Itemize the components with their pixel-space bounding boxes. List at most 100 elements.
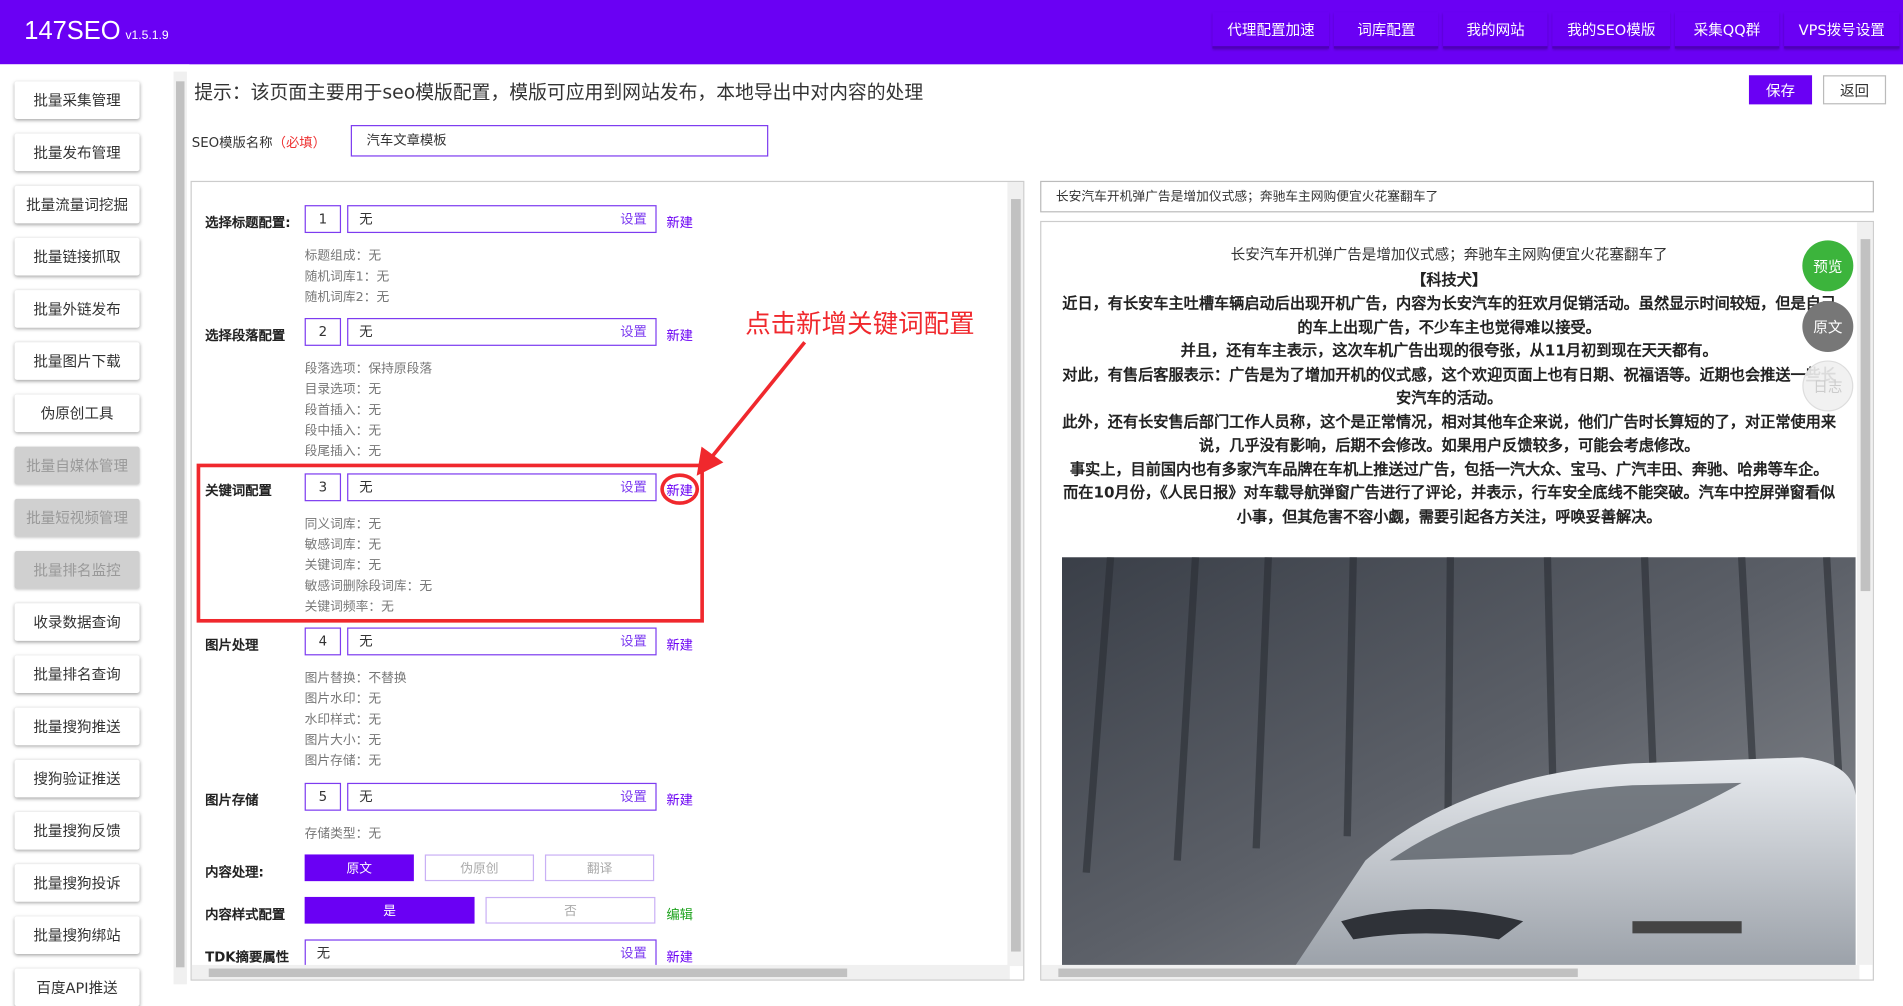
sidebar: 批量采集管理 批量发布管理 批量流量词挖掘 批量链接抓取 批量外链发布 批量图片… — [0, 64, 190, 1006]
sidebar-item-sogou-bind[interactable]: 批量搜狗绑站 — [14, 916, 140, 954]
title-config-set-link[interactable]: 设置 — [620, 206, 647, 231]
title-config-select[interactable]: 无 设置 — [347, 205, 657, 234]
template-name-input[interactable]: 汽车文章模板 — [350, 125, 769, 157]
template-name-label: SEO模版名称（必填） — [192, 132, 326, 151]
article-paragraph: 而在10月份，《人民日报》对车载导航弹窗广告进行了评论，并表示，行车安全底线不能… — [1063, 483, 1836, 525]
tdk-new-link[interactable]: 新建 — [666, 947, 693, 966]
paragraph-config-sub-toc: 目录选项：无 — [304, 382, 382, 397]
sidebar-scroll-thumb[interactable] — [175, 81, 185, 968]
image-process-number[interactable]: 4 — [304, 627, 342, 656]
sidebar-item-sogou-feedback[interactable]: 批量搜狗反馈 — [14, 811, 140, 850]
app-logo: 147SEO v1.5.1.9 — [24, 17, 168, 46]
image-process-sub-replace: 图片替换：不替换 — [304, 671, 407, 686]
config-hscroll-thumb[interactable] — [208, 968, 848, 978]
config-vertical-scrollbar[interactable] — [1007, 182, 1024, 967]
annotation-arrow-shaft — [704, 341, 807, 465]
sidebar-item-image-download[interactable]: 批量图片下载 — [14, 342, 140, 380]
save-button[interactable]: 保存 — [1748, 75, 1813, 105]
content-style-edit-link[interactable]: 编辑 — [666, 904, 693, 923]
image-process-label: 图片处理 — [205, 637, 259, 653]
content-process-original[interactable]: 原文 — [304, 854, 414, 882]
image-process-sub-watermark-style: 水印样式：无 — [304, 712, 382, 728]
sidebar-item-traffic-keywords[interactable]: 批量流量词挖掘 — [14, 185, 140, 224]
article-paragraph: 事实上，目前国内也有多家汽车品牌在车机上推送过广告，包括一汽大众、宝马、广汽丰田… — [1069, 459, 1829, 478]
image-process-set-link[interactable]: 设置 — [620, 629, 647, 654]
image-storage-select[interactable]: 无 设置 — [347, 782, 657, 811]
config-horizontal-scrollbar[interactable] — [191, 964, 1010, 980]
preview-vertical-scrollbar[interactable] — [1856, 222, 1873, 965]
sidebar-item-media-manage[interactable]: 批量自媒体管理 — [14, 446, 140, 485]
app-version: v1.5.1.9 — [125, 29, 169, 43]
keyword-config-highlight-box — [196, 463, 704, 623]
image-process-select[interactable]: 无 设置 — [347, 627, 657, 656]
tdk-label: TDK摘要属性 — [205, 949, 290, 965]
paragraph-config-set-link[interactable]: 设置 — [620, 319, 647, 344]
title-config-sub-random1: 随机词库1：无 — [304, 269, 390, 285]
annotation-arrow-head — [696, 446, 724, 476]
paragraph-config-value: 无 — [359, 324, 373, 340]
sidebar-item-pseudo-original[interactable]: 伪原创工具 — [14, 394, 140, 433]
image-storage-new-link[interactable]: 新建 — [666, 790, 693, 809]
content-style-yes[interactable]: 是 — [304, 896, 475, 924]
image-process-sub-watermark: 图片水印：无 — [304, 691, 382, 707]
nav-vps-dial[interactable]: VPS拨号设置 — [1784, 12, 1900, 49]
app-title: 147SEO — [24, 16, 121, 45]
tdk-set-link[interactable]: 设置 — [620, 941, 647, 966]
sidebar-item-batch-collect[interactable]: 批量采集管理 — [14, 81, 140, 119]
sidebar-item-sogou-push[interactable]: 批量搜狗推送 — [14, 707, 140, 746]
nav-wordlib-config[interactable]: 词库配置 — [1334, 12, 1439, 49]
log-button[interactable]: 日志 — [1802, 360, 1854, 412]
preview-button[interactable]: 预览 — [1802, 240, 1854, 292]
nav-collect-qq-group[interactable]: 采集QQ群 — [1674, 12, 1780, 49]
sidebar-item-batch-publish[interactable]: 批量发布管理 — [14, 133, 140, 172]
image-process-sub-size: 图片大小：无 — [304, 733, 382, 748]
sidebar-item-short-video[interactable]: 批量短视频管理 — [14, 498, 140, 537]
image-storage-value: 无 — [359, 788, 373, 805]
image-storage-number[interactable]: 5 — [304, 782, 342, 811]
sidebar-item-index-query[interactable]: 收录数据查询 — [14, 603, 140, 641]
article-paragraph: 此外，还有长安售后部门工作人员称，这个是正常情况，相对其他车企来说，他们广告时长… — [1062, 412, 1837, 454]
article-paragraph: 对此，有售后客服表示：广告是为了增加开机的仪式感，这个欢迎页面上也有日期、祝福语… — [1062, 364, 1837, 407]
article-title: 长安汽车开机弹广告是增加仪式感；奔驰车主网购便宜火花塞翻车了 — [1230, 246, 1668, 264]
back-button[interactable]: 返回 — [1822, 75, 1887, 105]
article-paragraph: 并且，还有车主表示，这次车机广告出现的很夸张，从11月初到现在天天都有。 — [1180, 341, 1718, 360]
nav-proxy-config[interactable]: 代理配置加速 — [1212, 12, 1330, 49]
article-tag: 【科技犬】 — [1411, 270, 1488, 289]
title-config-value: 无 — [359, 211, 373, 227]
preview-horizontal-scrollbar[interactable] — [1041, 964, 1860, 980]
paragraph-config-sub-option: 段落选项：保持原段落 — [304, 361, 433, 377]
paragraph-config-select[interactable]: 无 设置 — [347, 317, 657, 346]
tdk-select[interactable]: 无 设置 — [304, 939, 657, 968]
content-process-translate[interactable]: 翻译 — [544, 854, 655, 882]
tdk-value: 无 — [316, 945, 331, 962]
config-vscroll-thumb[interactable] — [1011, 199, 1021, 952]
sidebar-item-rank-monitor[interactable]: 批量排名监控 — [14, 551, 140, 589]
title-config-new-link[interactable]: 新建 — [666, 212, 693, 231]
image-storage-set-link[interactable]: 设置 — [620, 784, 647, 809]
sidebar-item-rank-query[interactable]: 批量排名查询 — [14, 655, 140, 694]
paragraph-config-label: 选择段落配置 — [205, 327, 286, 344]
article-title-input[interactable]: 长安汽车开机弹广告是增加仪式感；奔驰车主网购便宜火花塞翻车了 — [1040, 180, 1874, 213]
content-style-no[interactable]: 否 — [485, 896, 656, 924]
page-hint: 提示：该页面主要用于seo模版配置，模版可应用到网站发布，本地导出中对内容的处理 — [194, 81, 924, 104]
sidebar-item-sogou-verify-push[interactable]: 搜狗验证推送 — [14, 759, 140, 798]
nav-my-sites[interactable]: 我的网站 — [1443, 12, 1548, 49]
sidebar-item-link-crawl[interactable]: 批量链接抓取 — [14, 237, 140, 276]
image-process-new-link[interactable]: 新建 — [666, 635, 693, 654]
preview-hscroll-thumb[interactable] — [1058, 968, 1578, 978]
preview-vscroll-thumb[interactable] — [1860, 239, 1871, 592]
paragraph-config-number[interactable]: 2 — [304, 317, 342, 346]
required-marker: （必填） — [272, 134, 326, 151]
image-storage-label: 图片存储 — [205, 792, 259, 809]
sidebar-item-backlink-publish[interactable]: 批量外链发布 — [14, 290, 140, 328]
car-image-graphic — [1061, 557, 1856, 970]
paragraph-config-sub-mid-insert: 段中插入：无 — [304, 423, 382, 439]
content-process-pseudo[interactable]: 伪原创 — [424, 854, 535, 882]
sidebar-item-sogou-complaint[interactable]: 批量搜狗投诉 — [14, 864, 140, 902]
sidebar-item-baidu-api-push[interactable]: 百度API推送 — [14, 968, 140, 1006]
original-button[interactable]: 原文 — [1802, 300, 1854, 352]
nav-my-seo-templates[interactable]: 我的SEO模版 — [1552, 12, 1670, 49]
sidebar-scrollbar[interactable] — [173, 71, 187, 985]
title-config-number[interactable]: 1 — [304, 205, 342, 234]
preview-panel: 长安汽车开机弹广告是增加仪式感；奔驰车主网购便宜火花塞翻车了 【科技犬】 近日，… — [1040, 220, 1874, 981]
